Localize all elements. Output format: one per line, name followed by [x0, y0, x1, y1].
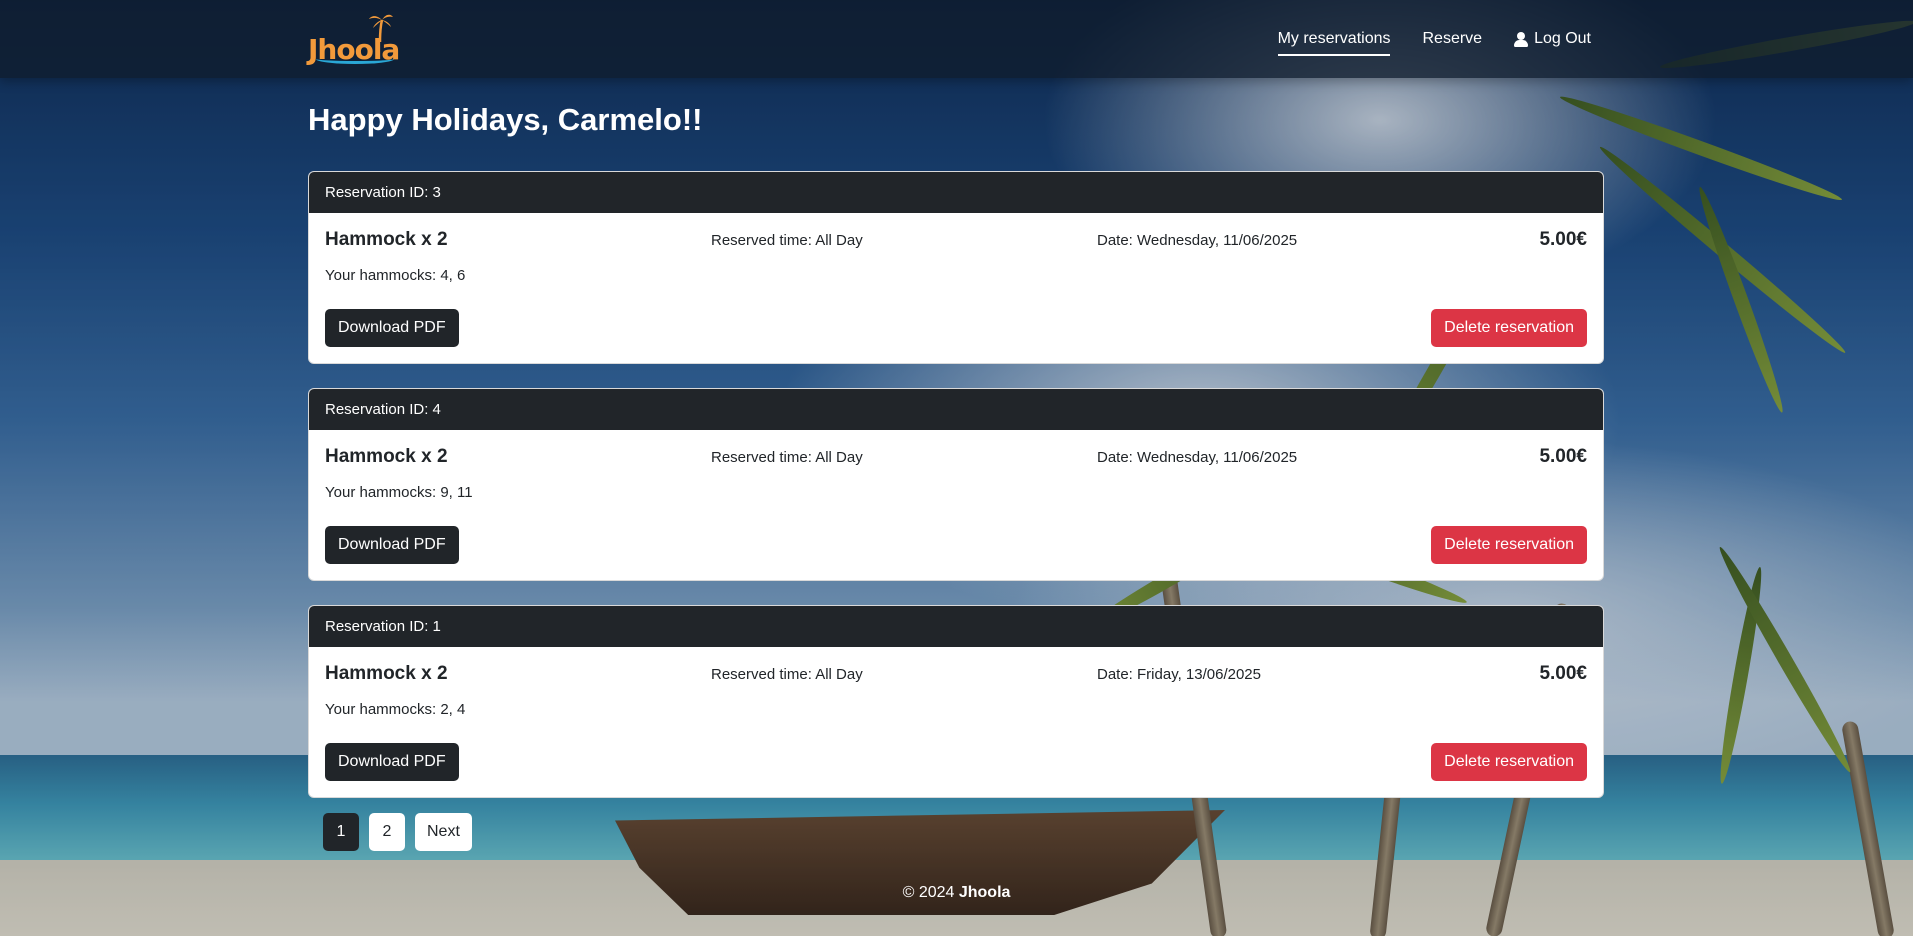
reservation-id: Reservation ID: 3: [309, 172, 1603, 213]
delete-reservation-button[interactable]: Delete reservation: [1431, 309, 1587, 347]
reservation-card: Reservation ID: 4 Hammock x 2 Reserved t…: [308, 388, 1604, 581]
footer-brand: Jhoola: [958, 884, 1011, 901]
download-pdf-button[interactable]: Download PDF: [325, 526, 459, 564]
footer-copyright: © 2024: [902, 884, 959, 901]
reservation-date: Date: Wednesday, 11/06/2025: [1097, 448, 1298, 466]
reservation-date: Date: Wednesday, 11/06/2025: [1097, 231, 1298, 249]
next-page-button[interactable]: Next: [415, 813, 472, 851]
reservation-id: Reservation ID: 1: [309, 606, 1603, 647]
reservation-price: 5.00€: [1539, 446, 1587, 467]
reservation-list: Reservation ID: 3 Hammock x 2 Reserved t…: [308, 171, 1604, 798]
footer: © 2024 Jhoola: [0, 884, 1913, 902]
nav-reserve[interactable]: Reserve: [1422, 30, 1482, 48]
reservation-card: Reservation ID: 1 Hammock x 2 Reserved t…: [308, 605, 1604, 798]
reservation-hammocks: Your hammocks: 4, 6: [325, 267, 466, 284]
reservation-price: 5.00€: [1539, 663, 1587, 684]
download-pdf-button[interactable]: Download PDF: [325, 743, 459, 781]
reservation-price: 5.00€: [1539, 229, 1587, 250]
nav-logout-label: Log Out: [1534, 30, 1591, 47]
reservation-hammocks: Your hammocks: 9, 11: [325, 484, 473, 501]
reservation-card: Reservation ID: 3 Hammock x 2 Reserved t…: [308, 171, 1604, 364]
page-title: Happy Holidays, Carmelo!!: [308, 102, 703, 137]
nav-links: My reservations Reserve Log Out: [1277, 0, 1591, 78]
page-1-button[interactable]: 1: [323, 813, 359, 851]
page-2-button[interactable]: 2: [369, 813, 405, 851]
delete-reservation-button[interactable]: Delete reservation: [1431, 743, 1587, 781]
reservation-time: Reserved time: All Day: [711, 231, 863, 249]
nav-my-reservations[interactable]: My reservations: [1277, 30, 1390, 56]
nav-logout[interactable]: Log Out: [1514, 30, 1591, 48]
reservation-date: Date: Friday, 13/06/2025: [1097, 665, 1261, 683]
reservation-time: Reserved time: All Day: [711, 448, 863, 466]
reservation-hammocks: Your hammocks: 2, 4: [325, 701, 466, 718]
pagination: 1 2 Next: [323, 813, 1604, 851]
main-content: Happy Holidays, Carmelo!! Reservation ID…: [308, 78, 1604, 851]
reservation-title: Hammock x 2: [325, 663, 448, 684]
reservation-title: Hammock x 2: [325, 446, 448, 467]
reservation-title: Hammock x 2: [325, 229, 448, 250]
navbar: Jhoola My reservations Reserve Log Out: [0, 0, 1913, 78]
reservation-time: Reserved time: All Day: [711, 665, 863, 683]
brand-logo[interactable]: Jhoola: [308, 12, 400, 66]
delete-reservation-button[interactable]: Delete reservation: [1431, 526, 1587, 564]
reservation-id: Reservation ID: 4: [309, 389, 1603, 430]
brand-name: Jhoola: [308, 33, 400, 66]
user-icon: [1514, 31, 1529, 47]
download-pdf-button[interactable]: Download PDF: [325, 309, 459, 347]
